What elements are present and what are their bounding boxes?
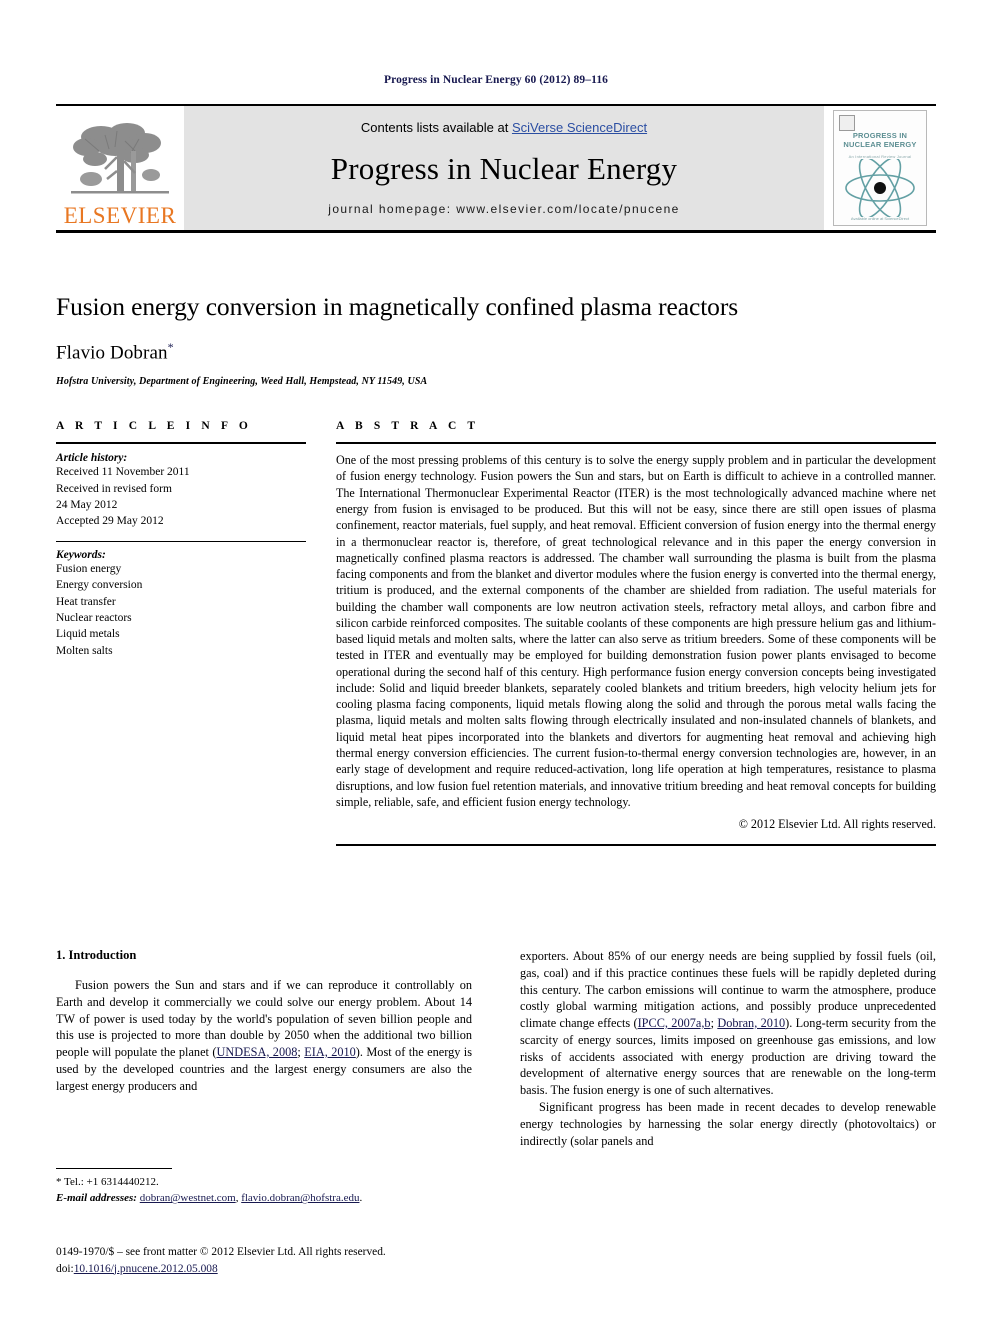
footnote-rule	[56, 1168, 172, 1170]
paragraph-renewables: Significant progress has been made in re…	[520, 1100, 936, 1148]
doi-link[interactable]: 10.1016/j.pnucene.2012.05.008	[74, 1263, 218, 1275]
footnote-tel-text: Tel.: +1 6314440212.	[61, 1176, 159, 1189]
journal-article-page: Progress in Nuclear Energy 60 (2012) 89–…	[0, 0, 992, 1323]
article-history-line: Accepted 29 May 2012	[56, 515, 164, 528]
cover-footer: Available online at ScienceDirect	[850, 215, 910, 221]
article-history-line: 24 May 2012	[56, 498, 118, 511]
article-history-label: Article history:	[56, 452, 128, 465]
masthead-body: ELSEVIER Contents lists available at Sci…	[56, 105, 936, 230]
cover-inner: PROGRESS IN NUCLEAR ENERGY An Internatio…	[833, 109, 927, 226]
elsevier-tree-icon	[71, 122, 169, 193]
footnote-telephone: * Tel.: +1 6314440212.	[56, 1175, 472, 1191]
article-history-line: Received in revised form	[56, 482, 172, 495]
sciencedirect-link[interactable]: SciVerse ScienceDirect	[512, 120, 647, 135]
keywords-rule	[56, 540, 306, 543]
author-footnote-marker[interactable]: *	[168, 340, 174, 354]
citation-eia-2010[interactable]: EIA, 2010	[304, 1045, 356, 1059]
article-info-heading: A R T I C L E I N F O	[56, 420, 252, 432]
email-link-westnet[interactable]: dobran@westnet.com	[140, 1192, 236, 1204]
keyword-item: Heat transfer	[56, 595, 116, 608]
keywords-label: Keywords:	[56, 549, 106, 562]
email-addresses-label: E-mail addresses:	[56, 1192, 137, 1205]
affiliation: Hofstra University, Department of Engine…	[56, 376, 428, 388]
abstract-column: A B S T R A C T One of the most pressing…	[336, 420, 936, 847]
journal-cover-thumbnail[interactable]: PROGRESS IN NUCLEAR ENERGY An Internatio…	[824, 105, 936, 230]
paragraph-intro-right: exporters. About 85% of our energy needs…	[520, 948, 936, 1099]
contents-prefix: Contents lists available at	[360, 119, 512, 135]
abstract-copyright: © 2012 Elsevier Ltd. All rights reserved…	[738, 817, 936, 832]
cover-title: PROGRESS IN NUCLEAR ENERGY	[843, 130, 917, 149]
keyword-item: Fusion energy	[56, 563, 122, 576]
article-info-rule	[56, 442, 306, 445]
journal-homepage-line[interactable]: journal homepage: www.elsevier.com/locat…	[328, 202, 679, 216]
title-block: Fusion energy conversion in magnetically…	[56, 292, 936, 387]
footnote-emails: E-mail addresses: dobran@westnet.com, fl…	[56, 1191, 472, 1207]
citation-ipcc-2007[interactable]: IPCC, 2007a,b	[638, 1016, 711, 1030]
journal-band: Contents lists available at SciVerse Sci…	[184, 105, 824, 230]
doi-line: doi:10.1016/j.pnucene.2012.05.008	[56, 1261, 526, 1278]
author-name: Flavio Dobran*	[56, 340, 936, 364]
page-title: Fusion energy conversion in magnetically…	[56, 292, 739, 321]
author-label: Flavio Dobran	[56, 342, 168, 364]
cover-elsevier-mark-icon	[839, 114, 855, 131]
citation-undesa-2008[interactable]: UNDESA, 2008	[216, 1045, 297, 1059]
email-link-hofstra[interactable]: flavio.dobran@hofstra.edu	[241, 1192, 359, 1204]
body-column-right: exporters. About 85% of our energy needs…	[520, 948, 936, 1149]
issn-front-matter-line: 0149-1970/$ – see front matter © 2012 El…	[56, 1246, 386, 1258]
abstract-rule	[336, 442, 936, 445]
email-period: .	[359, 1192, 363, 1205]
masthead-bottom-rule	[56, 229, 936, 233]
abstract-bottom-rule	[336, 844, 936, 847]
keyword-item: Energy conversion	[56, 579, 143, 592]
atom-icon	[845, 158, 915, 217]
journal-title: Progress in Nuclear Energy	[330, 150, 678, 186]
article-info-column: A R T I C L E I N F O Article history: R…	[56, 420, 306, 659]
keyword-item: Liquid metals	[56, 628, 120, 641]
body-column-left: 1. Introduction Fusion powers the Sun an…	[56, 948, 472, 1094]
keyword-item: Molten salts	[56, 644, 113, 657]
paragraph-intro-left: Fusion powers the Sun and stars and if w…	[56, 977, 472, 1094]
citation-dobran-2010[interactable]: Dobran, 2010	[717, 1016, 785, 1030]
colophon: 0149-1970/$ – see front matter © 2012 El…	[56, 1244, 526, 1277]
keyword-item: Nuclear reactors	[56, 612, 132, 625]
contents-available-line: Contents lists available at SciVerse Sci…	[361, 120, 647, 135]
abstract-heading: A B S T R A C T	[336, 420, 480, 432]
elsevier-wordmark: ELSEVIER	[63, 202, 177, 228]
section-heading-introduction: 1. Introduction	[56, 948, 137, 962]
doi-prefix: doi:	[56, 1262, 74, 1275]
article-history-line: Received 11 November 2011	[56, 466, 190, 479]
running-head: Progress in Nuclear Energy 60 (2012) 89–…	[383, 74, 609, 86]
abstract-text: One of the most pressing problems of thi…	[336, 453, 936, 809]
footnote-block: * Tel.: +1 6314440212. E-mail addresses:…	[56, 1168, 472, 1207]
elsevier-logo: ELSEVIER	[56, 105, 184, 230]
journal-masthead: ELSEVIER Contents lists available at Sci…	[56, 104, 936, 233]
